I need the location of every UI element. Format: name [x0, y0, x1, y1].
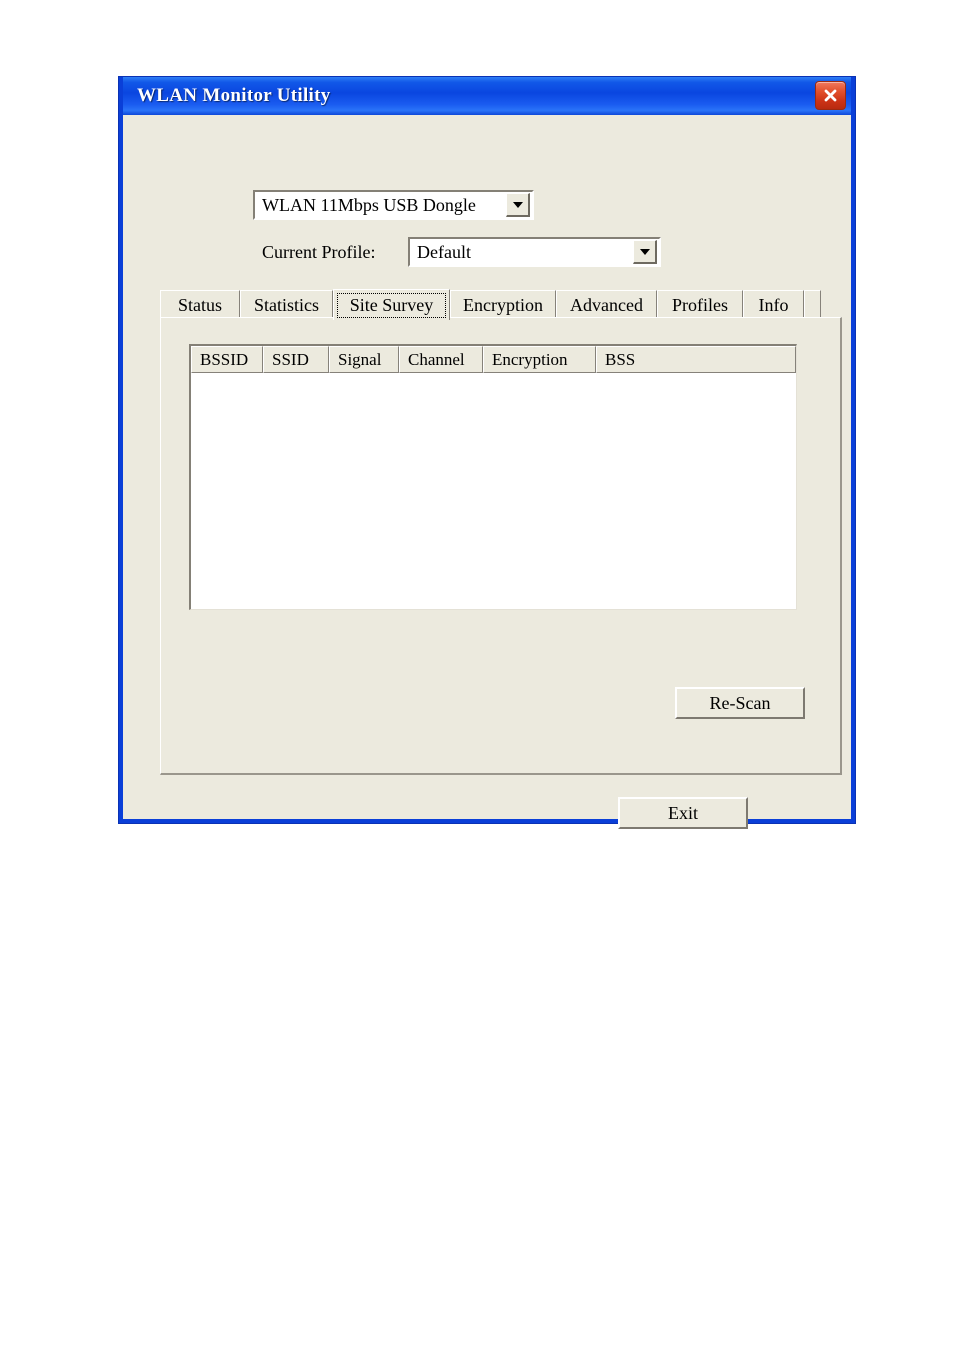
tab-label: Statistics [253, 294, 319, 315]
current-profile-label: Current Profile: [262, 242, 376, 262]
tab-encryption[interactable]: Encryption [450, 290, 556, 319]
profile-select-value: Default [417, 241, 471, 262]
tab-label: Advanced [570, 294, 643, 315]
tab-label: Site Survey [349, 294, 434, 315]
column-header-ssid[interactable]: SSID [263, 346, 329, 373]
window-title: WLAN Monitor Utility [137, 85, 331, 106]
tab-strip-filler [804, 290, 821, 319]
adapter-select[interactable]: WLAN 11Mbps USB Dongle [253, 190, 534, 220]
site-survey-list[interactable]: BSSID SSID Signal Channel Encryption BSS [189, 344, 797, 610]
client-area: WLAN 11Mbps USB Dongle Current Profile: … [123, 115, 851, 829]
wlan-monitor-window: WLAN Monitor Utility WLAN 11Mbps USB Don… [118, 76, 856, 829]
profile-select[interactable]: Default [408, 237, 661, 267]
tab-info[interactable]: Info [743, 290, 804, 319]
tab-profiles[interactable]: Profiles [657, 290, 743, 319]
tab-site-survey[interactable]: Site Survey [333, 289, 450, 320]
tab-status[interactable]: Status [160, 290, 240, 319]
tab-label: Encryption [463, 294, 543, 315]
tab-label: Profiles [672, 294, 728, 315]
column-header-signal[interactable]: Signal [329, 346, 399, 373]
column-header-channel[interactable]: Channel [399, 346, 483, 373]
title-bar: WLAN Monitor Utility [123, 77, 851, 115]
column-header-encryption[interactable]: Encryption [483, 346, 596, 373]
tab-advanced[interactable]: Advanced [556, 290, 657, 319]
close-icon[interactable] [815, 81, 846, 110]
column-header-bss[interactable]: BSS [596, 346, 796, 373]
tab-label: Info [758, 294, 789, 315]
tab-panel-site-survey: BSSID SSID Signal Channel Encryption BSS Re-S… [160, 317, 842, 775]
tab-label: Status [177, 294, 222, 315]
exit-button[interactable]: Exit [618, 797, 748, 829]
tab-strip: Status Statistics Site Survey Encryption Adv… [160, 289, 821, 320]
chevron-down-icon[interactable] [633, 240, 657, 264]
chevron-down-icon[interactable] [506, 193, 530, 217]
adapter-select-value: WLAN 11Mbps USB Dongle [262, 194, 476, 215]
column-header-bssid[interactable]: BSSID [191, 346, 263, 373]
tab-statistics[interactable]: Statistics [240, 290, 333, 319]
site-survey-list-header: BSSID SSID Signal Channel Encryption BSS [191, 346, 796, 373]
site-survey-list-body[interactable] [191, 373, 796, 608]
rescan-button[interactable]: Re-Scan [675, 687, 805, 719]
